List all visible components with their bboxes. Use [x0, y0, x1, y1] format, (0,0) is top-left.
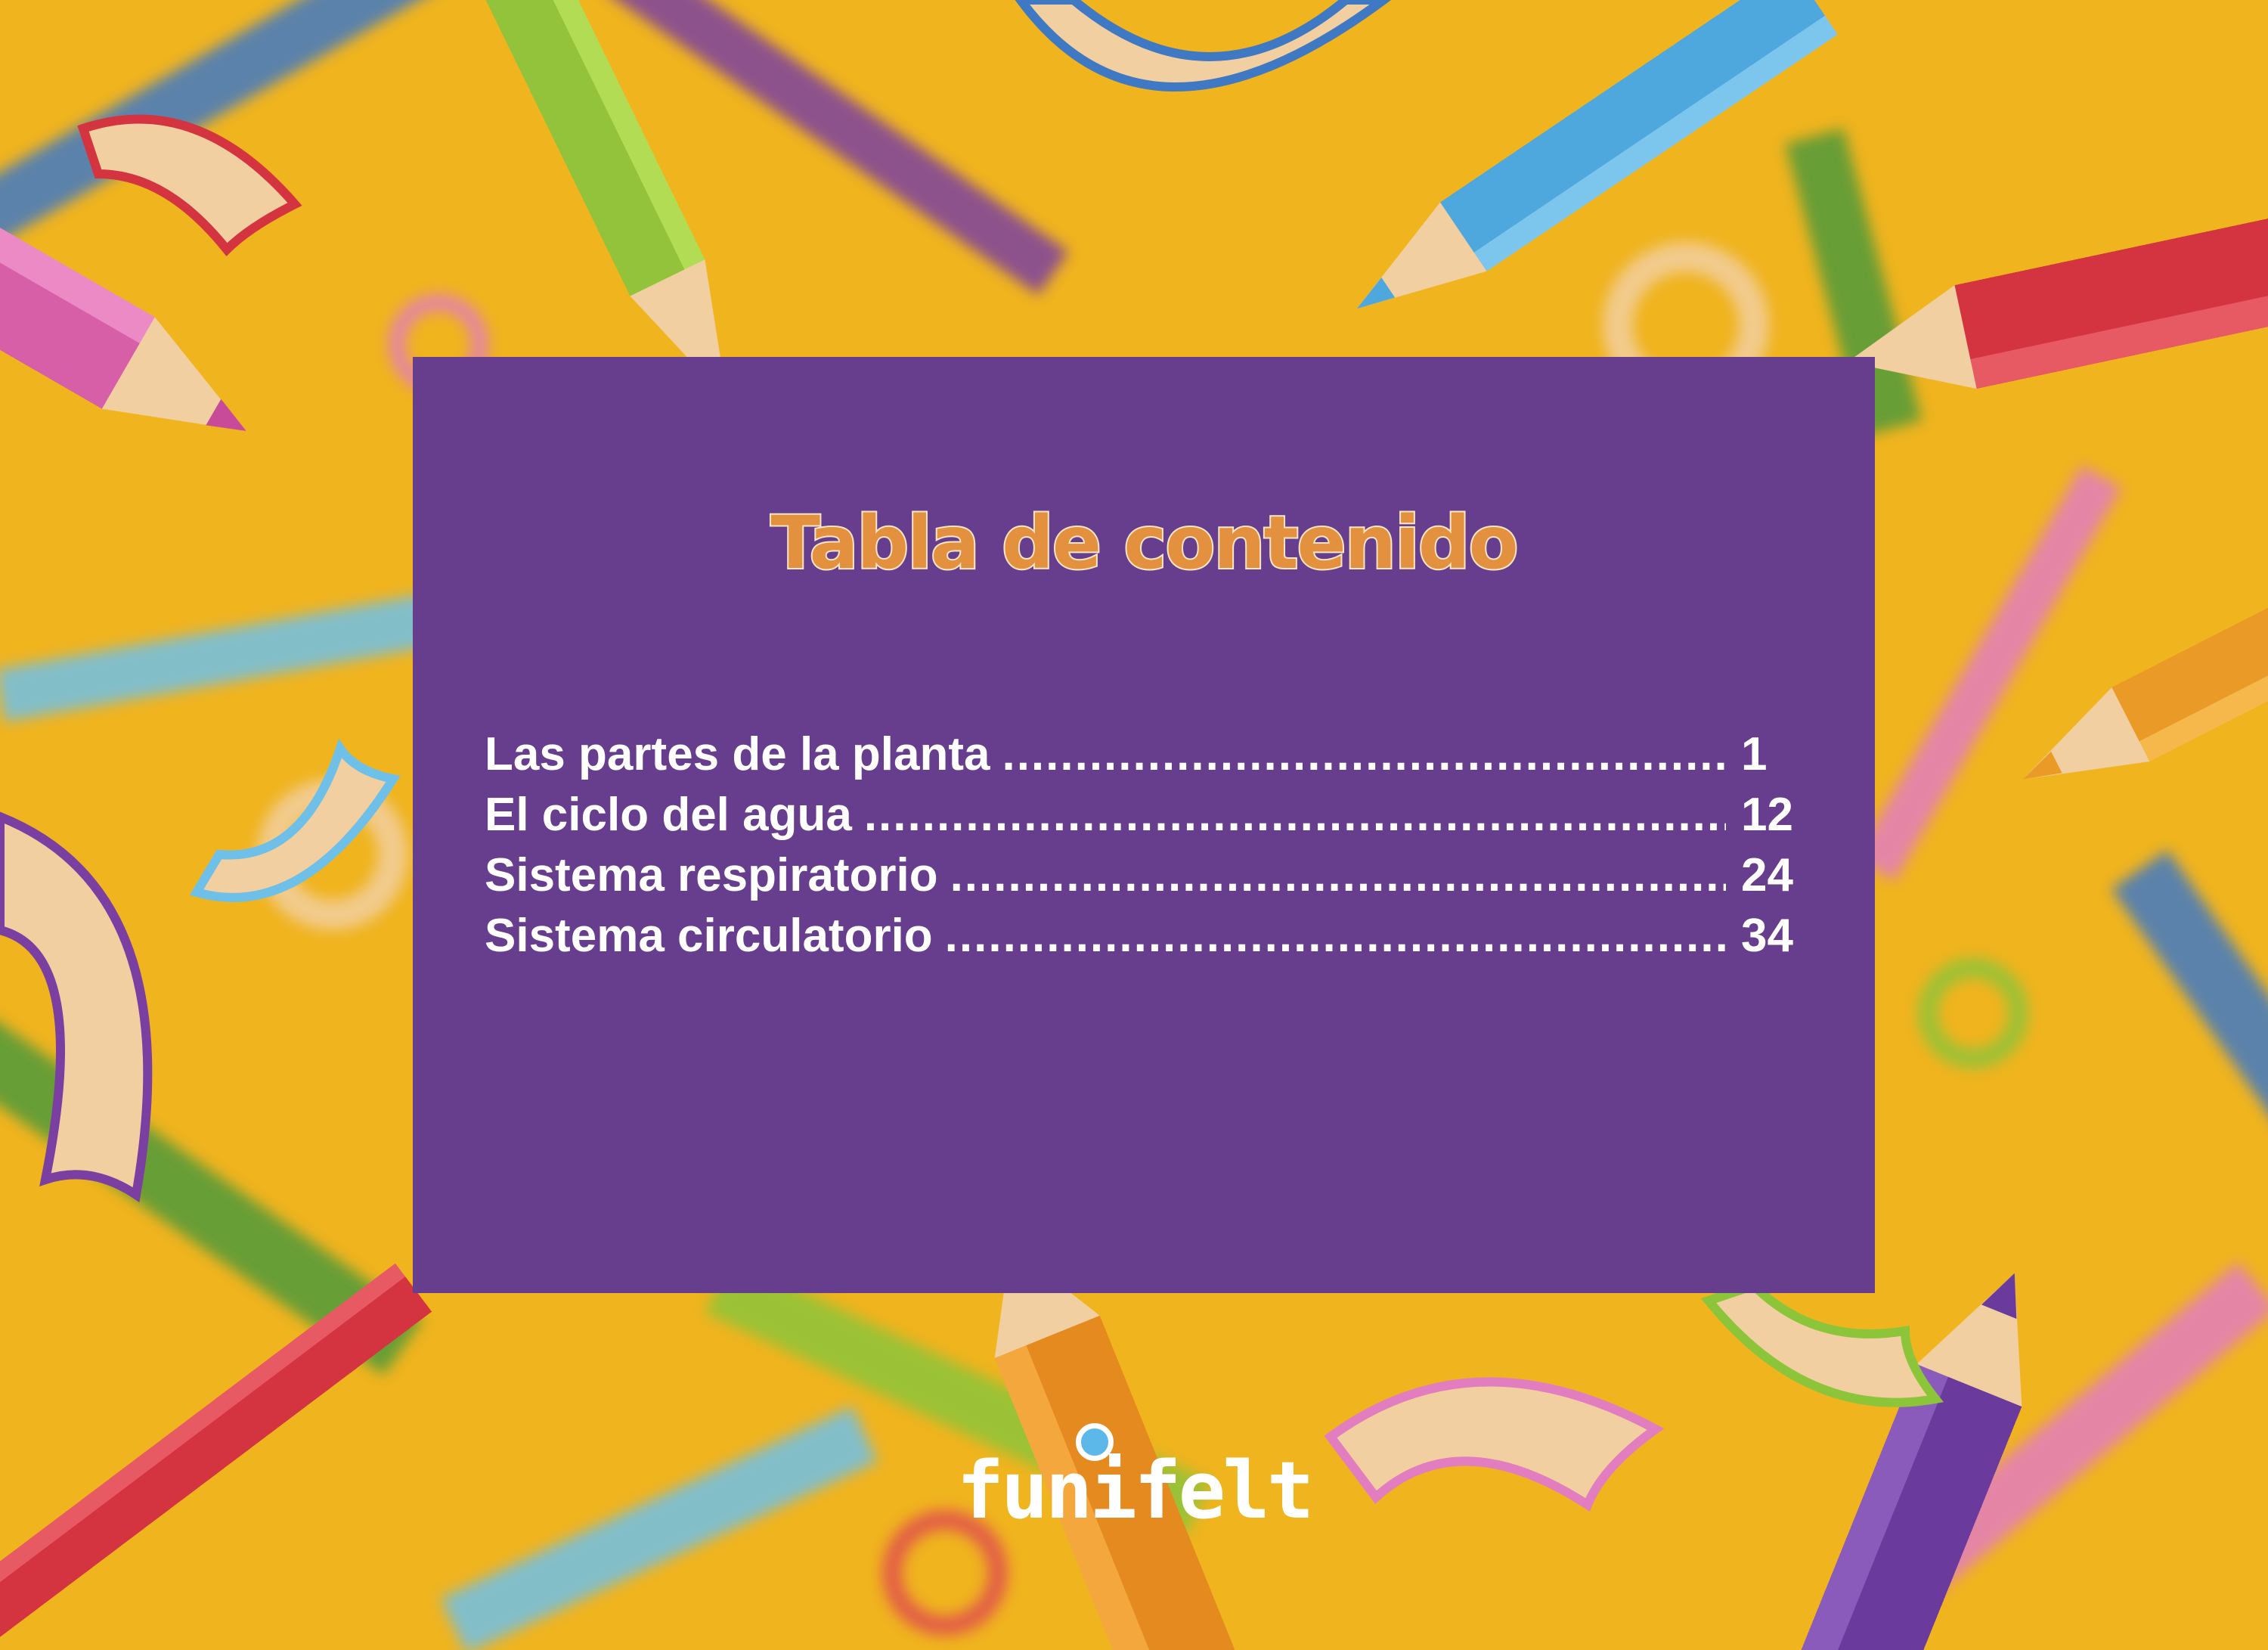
- toc-entry-page: 12: [1741, 789, 1793, 841]
- toc-title: Tabla de contenido: [769, 499, 1520, 587]
- toc-panel: Tabla de contenido Las partes de la plan…: [413, 357, 1875, 1293]
- toc-entry[interactable]: El ciclo del agua ......................…: [485, 788, 1800, 848]
- toc-entry[interactable]: Sistema circulatorio ...................…: [485, 909, 1800, 969]
- toc-entry-label: El ciclo del agua: [485, 789, 852, 841]
- toc-entry-label: Sistema circulatorio: [485, 910, 933, 962]
- page: Tabla de contenido Las partes de la plan…: [0, 0, 2268, 1650]
- toc-leader-dots: ........................................…: [863, 789, 1726, 841]
- toc-entry-label: Las partes de la planta: [485, 728, 990, 780]
- funifelt-logo: funifelt: [953, 1414, 1315, 1537]
- toc-entry-page: 1: [1741, 728, 1768, 780]
- logo-text: funifelt: [956, 1444, 1315, 1537]
- toc-list: Las partes de la planta ................…: [485, 727, 1800, 969]
- toc-entry[interactable]: Sistema respiratorio ...................…: [485, 848, 1800, 909]
- toc-entry-page: 34: [1741, 910, 1793, 962]
- toc-leader-dots: ........................................…: [1002, 728, 1726, 780]
- toc-entry-page: 24: [1741, 849, 1793, 901]
- toc-entry[interactable]: Las partes de la planta ................…: [485, 727, 1800, 788]
- toc-leader-dots: ........................................…: [950, 849, 1726, 901]
- toc-leader-dots: ........................................…: [944, 910, 1726, 962]
- toc-entry-label: Sistema respiratorio: [485, 849, 938, 901]
